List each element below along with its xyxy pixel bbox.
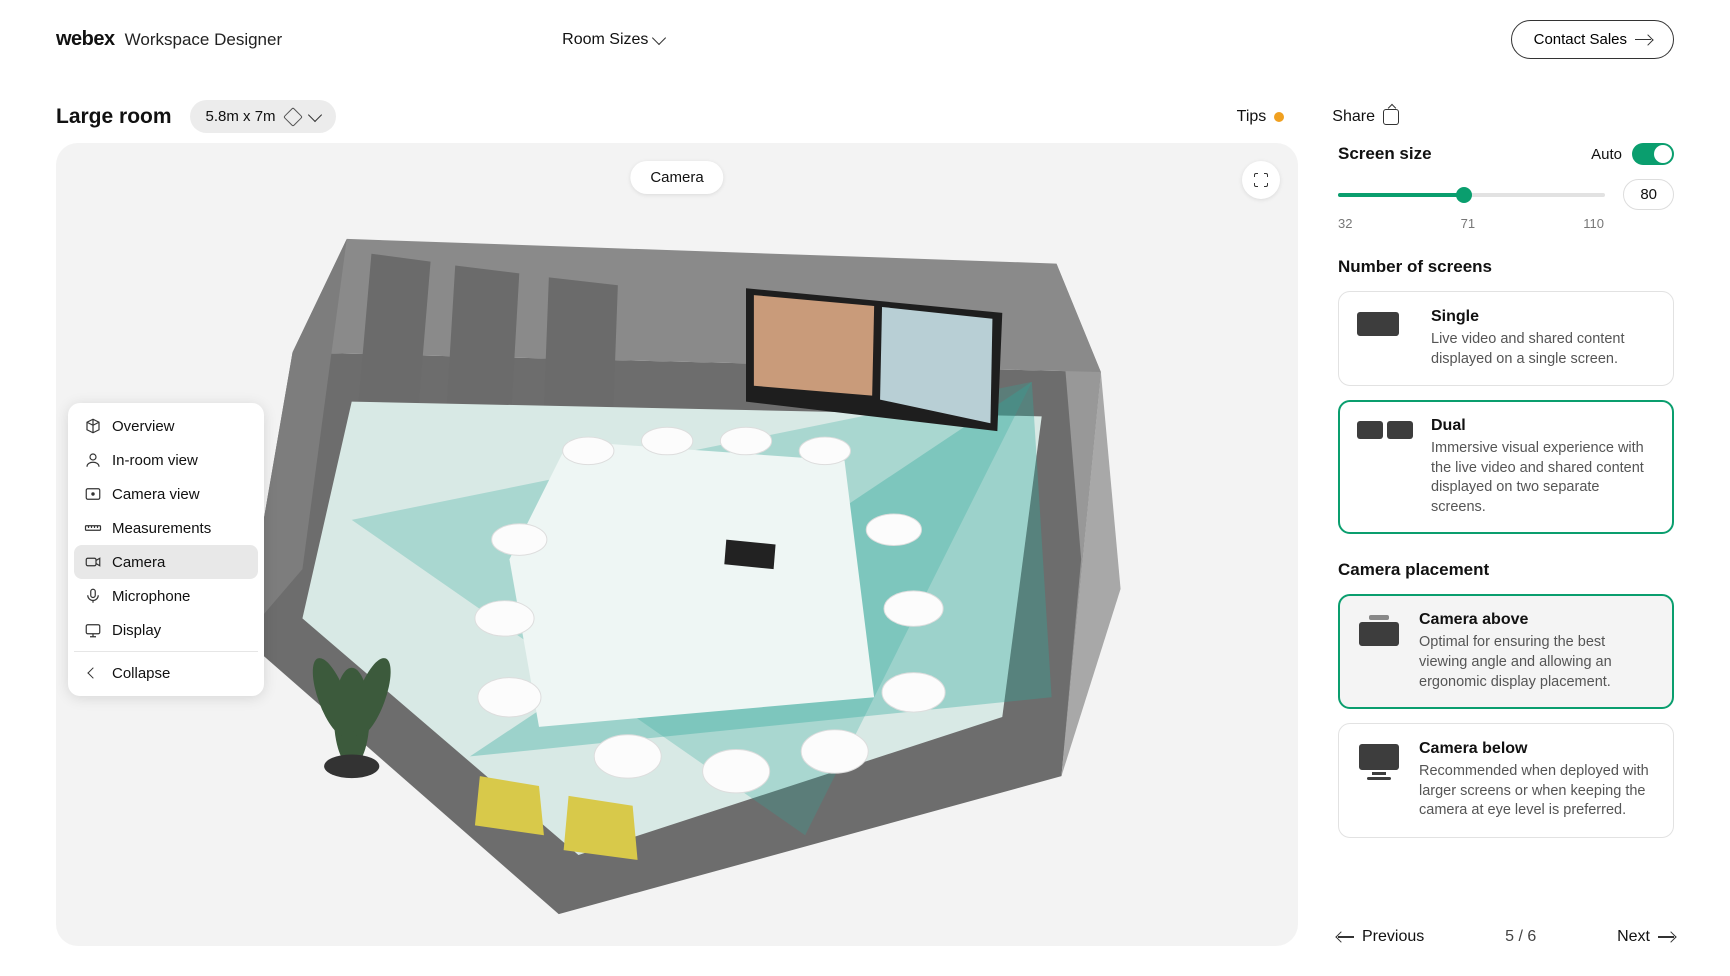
section-screen-size: Screen size Auto 80 32 71 110 <box>1338 143 1674 231</box>
nav-room-sizes[interactable]: Room Sizes <box>562 31 664 49</box>
slider-max: 110 <box>1583 216 1604 231</box>
option-camera-above[interactable]: Camera above Optimal for ensuring the be… <box>1338 594 1674 709</box>
auto-label: Auto <box>1591 146 1622 163</box>
arrow-right-icon <box>1635 39 1651 41</box>
contact-sales-button[interactable]: Contact Sales <box>1511 20 1674 59</box>
tool-label: Microphone <box>112 588 190 605</box>
step-pager: Previous 5 / 6 Next <box>1338 908 1674 946</box>
slider-thumb[interactable] <box>1456 187 1472 203</box>
tool-label: Display <box>112 622 161 639</box>
tips-label: Tips <box>1237 108 1267 126</box>
tool-label: Collapse <box>112 665 170 682</box>
option-title: Camera below <box>1419 740 1655 758</box>
tips-indicator-icon <box>1274 112 1284 122</box>
screen-size-title: Screen size <box>1338 144 1432 164</box>
num-screens-title: Number of screens <box>1338 257 1674 277</box>
mic-icon <box>84 587 102 605</box>
tool-display[interactable]: Display <box>74 613 258 647</box>
room-dimensions-text: 5.8m x 7m <box>206 108 276 125</box>
slider-min: 32 <box>1338 216 1352 231</box>
view-tag: Camera <box>630 161 723 194</box>
tool-label: In-room view <box>112 452 198 469</box>
top-bar: webex Workspace Designer Room Sizes Cont… <box>0 0 1730 80</box>
auto-toggle[interactable] <box>1632 143 1674 165</box>
option-desc: Optimal for ensuring the best viewing an… <box>1419 633 1655 692</box>
camera-below-icon <box>1357 744 1401 780</box>
arrow-right-icon <box>1658 936 1674 938</box>
canvas-area: Camera Overview In-room view <box>56 143 1298 946</box>
tool-camera-view[interactable]: Camera view <box>74 477 258 511</box>
camera-icon <box>84 553 102 571</box>
tool-measurements[interactable]: Measurements <box>74 511 258 545</box>
single-screen-icon <box>1357 312 1413 336</box>
previous-label: Previous <box>1362 928 1424 946</box>
brand-product: Workspace Designer <box>125 30 282 50</box>
option-desc: Immersive visual experience with the liv… <box>1431 439 1655 517</box>
display-icon <box>84 621 102 639</box>
screen-size-value: 80 <box>1623 179 1674 210</box>
chevron-left-icon <box>84 664 102 682</box>
settings-panel: Screen size Auto 80 32 71 110 Nu <box>1338 143 1674 946</box>
option-title: Single <box>1431 308 1655 326</box>
share-icon <box>1383 109 1399 125</box>
dual-screen-icon <box>1357 421 1413 439</box>
section-camera-placement: Camera placement Camera above Optimal fo… <box>1338 560 1674 837</box>
cam-placement-title: Camera placement <box>1338 560 1674 580</box>
ruler-icon <box>84 519 102 537</box>
tips-button[interactable]: Tips <box>1237 108 1285 126</box>
next-button[interactable]: Next <box>1617 928 1674 946</box>
previous-button[interactable]: Previous <box>1338 928 1424 946</box>
option-title: Dual <box>1431 417 1655 435</box>
tool-microphone[interactable]: Microphone <box>74 579 258 613</box>
room-3d-viewport[interactable]: Camera Overview In-room view <box>56 143 1298 946</box>
arrow-left-icon <box>1338 936 1354 938</box>
share-button[interactable]: Share <box>1332 108 1399 126</box>
tool-label: Overview <box>112 418 175 435</box>
page-count: 5 / 6 <box>1505 928 1536 946</box>
screen-size-slider[interactable] <box>1338 193 1605 197</box>
tool-camera[interactable]: Camera <box>74 545 258 579</box>
contact-sales-label: Contact Sales <box>1534 31 1627 48</box>
camera-above-icon <box>1357 615 1401 646</box>
cube-icon <box>84 417 102 435</box>
fullscreen-button[interactable] <box>1242 161 1280 199</box>
room-dimensions-pill[interactable]: 5.8m x 7m <box>190 100 336 133</box>
fullscreen-icon <box>1254 173 1268 187</box>
option-dual-screen[interactable]: Dual Immersive visual experience with th… <box>1338 400 1674 534</box>
tool-label: Camera <box>112 554 165 571</box>
chevron-down-icon <box>307 107 321 121</box>
frame-icon <box>84 485 102 503</box>
tool-in-room-view[interactable]: In-room view <box>74 443 258 477</box>
tool-collapse[interactable]: Collapse <box>74 656 258 690</box>
person-icon <box>84 451 102 469</box>
tool-label: Camera view <box>112 486 200 503</box>
next-label: Next <box>1617 928 1650 946</box>
tool-label: Measurements <box>112 520 211 537</box>
nav-room-sizes-label: Room Sizes <box>562 31 648 49</box>
option-title: Camera above <box>1419 611 1655 629</box>
room-title: Large room <box>56 105 172 129</box>
share-label: Share <box>1332 108 1375 126</box>
option-single-screen[interactable]: Single Live video and shared content dis… <box>1338 291 1674 386</box>
slider-mid: 71 <box>1461 216 1475 231</box>
tool-overview[interactable]: Overview <box>74 409 258 443</box>
option-desc: Live video and shared content displayed … <box>1431 330 1655 369</box>
section-number-of-screens: Number of screens Single Live video and … <box>1338 257 1674 534</box>
option-camera-below[interactable]: Camera below Recommended when deployed w… <box>1338 723 1674 838</box>
paint-icon <box>283 107 303 127</box>
chevron-down-icon <box>652 30 666 44</box>
sub-header: Large room 5.8m x 7m Tips Share <box>0 80 1730 143</box>
view-tools-panel: Overview In-room view Camera view <box>68 403 264 696</box>
brand-logo: webex <box>56 28 115 51</box>
option-desc: Recommended when deployed with larger sc… <box>1419 762 1655 821</box>
